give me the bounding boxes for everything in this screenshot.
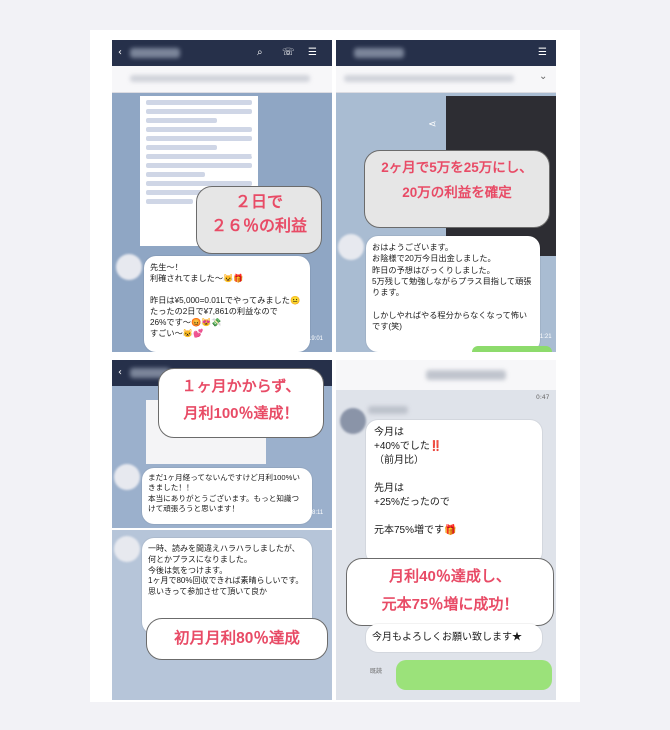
- message-bubble: まだ1ヶ月経ってないんですけど月利100%いきました！！ 本当にありがとうござい…: [142, 468, 312, 524]
- sender-name: [368, 406, 408, 414]
- back-icon[interactable]: ‹: [118, 48, 122, 58]
- callout-2day-26pct: ２日で ２６％の利益: [196, 186, 322, 254]
- contact-name: [354, 48, 404, 58]
- notice-text: [344, 75, 514, 82]
- share-icon[interactable]: ⋖: [428, 120, 436, 130]
- chevron-down-icon[interactable]: ⌄: [539, 71, 547, 82]
- message-time: 11:21: [537, 334, 552, 340]
- testimonial-collage: ‹ ⌕ ☏ ☰ ⋖ ２日で ２６％の利益 先生～！ 利確されてました～😺🎁 昨日…: [90, 30, 580, 702]
- back-icon[interactable]: ‹: [118, 368, 122, 378]
- own-message-bubble: [472, 346, 552, 352]
- notice-bar: [112, 66, 332, 93]
- menu-icon[interactable]: ☰: [308, 48, 317, 58]
- contact-name: [130, 48, 180, 58]
- chat-header: ‹ ⌕ ☏ ☰: [112, 40, 332, 66]
- search-icon[interactable]: ⌕: [257, 48, 263, 58]
- menu-icon[interactable]: ☰: [538, 48, 547, 58]
- callout-first-month-80pct: 初月月利80％達成: [146, 618, 328, 660]
- chat-panel-2: ☰ ⌄ ⋖ 2ヶ月で5万を25万にし、 20万の利益を確定 おはようございます。…: [336, 40, 556, 352]
- message-bubble: おはようございます。 お陰様で20万今日出金しました。 昨日の予想はびっくりしま…: [366, 236, 540, 352]
- message-bubble-2: 今月もよろしくお願い致します★: [366, 624, 542, 652]
- phone-icon[interactable]: ☏: [282, 48, 295, 58]
- chat-panel-1: ‹ ⌕ ☏ ☰ ⋖ ２日で ２６％の利益 先生～！ 利確されてました～😺🎁 昨日…: [112, 40, 332, 352]
- callout-100pct-monthly: １ヶ月かからず、 月利100％達成！: [158, 368, 324, 438]
- contact-name: [426, 370, 506, 380]
- message-time: 19:01: [308, 336, 324, 342]
- callout-40pct-principal-75pct: 月利40％達成し、 元本75％増に成功！: [346, 558, 554, 626]
- chat-panel-3: ‹ １ヶ月かからず、 月利100％達成！ まだ1ヶ月経ってないんですけど月利10…: [112, 360, 332, 528]
- read-receipt: 既読: [370, 668, 383, 675]
- message-bubble: 今月は +40%でした‼️ （前月比） 先月は +25%だったので 元本75%増…: [366, 420, 542, 564]
- message-time: 8:11: [312, 510, 324, 516]
- sender-avatar: [338, 234, 364, 260]
- own-message-bubble: [396, 660, 552, 690]
- sender-avatar: [340, 408, 366, 434]
- message-time: 0:47: [536, 394, 550, 401]
- sender-avatar: [116, 254, 142, 280]
- chat-header: [336, 360, 556, 390]
- chat-panel-5: 0:47 今月は +40%でした‼️ （前月比） 先月は +25%だったので 元…: [336, 360, 556, 700]
- chat-panel-4: 一時、読みを間違えハラハラしましたが、何とかプラスになりました。 今後は気をつけ…: [112, 530, 332, 700]
- chat-header: ☰: [336, 40, 556, 66]
- sender-avatar: [114, 464, 140, 490]
- sender-avatar: [114, 536, 140, 562]
- callout-2month-profit: 2ヶ月で5万を25万にし、 20万の利益を確定: [364, 150, 550, 228]
- share-icon[interactable]: ⋖: [250, 152, 258, 162]
- notice-bar: ⌄: [336, 66, 556, 93]
- message-bubble: 先生～！ 利確されてました～😺🎁 昨日は¥5,000=0.01Lでやってみました…: [144, 256, 310, 352]
- notice-text: [130, 75, 310, 82]
